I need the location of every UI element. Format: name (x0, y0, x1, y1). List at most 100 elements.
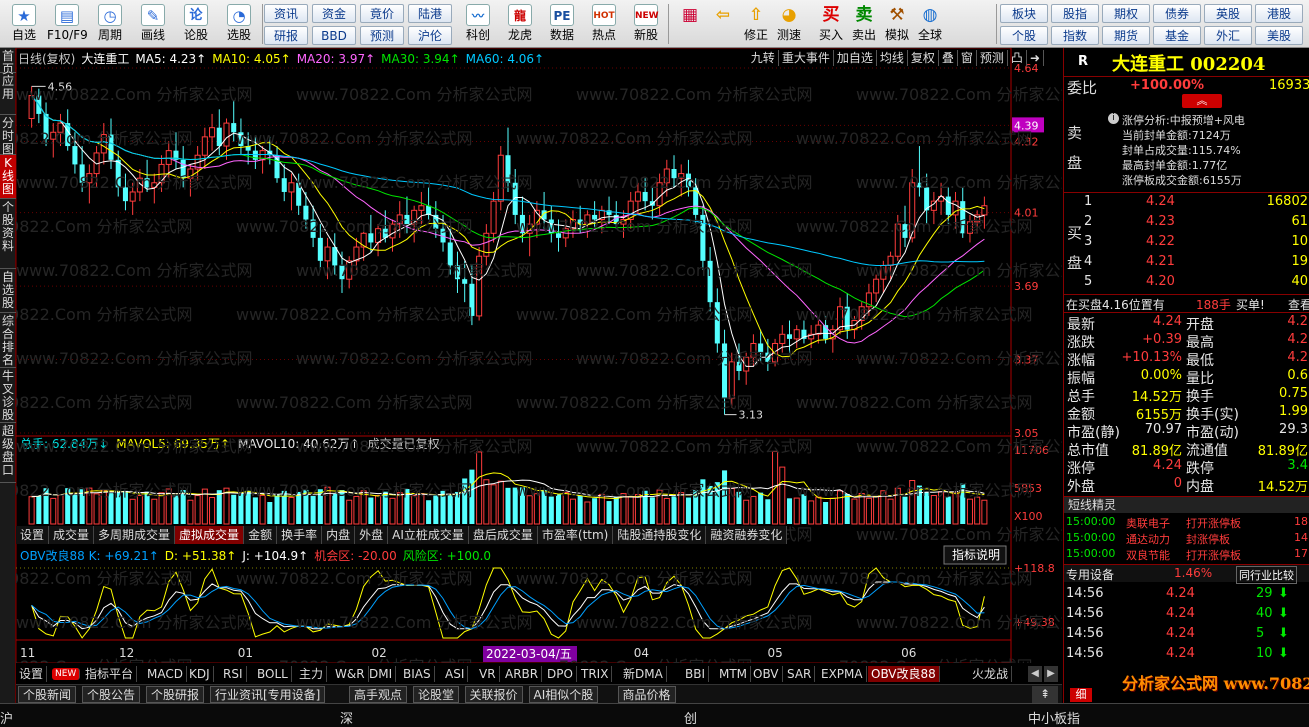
chart-canvas[interactable]: 4.644.394.324.013.693.373.054.563.13总手: … (16, 48, 1062, 663)
short-signal-row[interactable]: 15:00:00 双良节能 打开涨停板 17 (1064, 547, 1309, 563)
indicator-tab[interactable]: RSI (220, 666, 247, 682)
industry-compare-button[interactable]: 同行业比较 (1236, 566, 1297, 584)
toolbar-dragon-button[interactable]: 龍龙虎 (500, 2, 540, 46)
chart-menu-arrow-icon[interactable]: ➜ (1027, 50, 1044, 66)
toolbar-market-button[interactable]: 债券 (1153, 4, 1201, 23)
indicator-tab[interactable]: BBI (682, 666, 710, 682)
toolbar-up-arrow-button[interactable]: ⇧ 修正 (740, 2, 772, 46)
chart-tool-button[interactable]: 叠 (939, 50, 958, 66)
toolbar-chart-button[interactable]: 〰科创 (458, 2, 498, 46)
toolbar-star-button[interactable]: ★ 自选 (4, 2, 44, 46)
indicator-tab[interactable]: MTM (716, 666, 752, 682)
status-index-label[interactable]: 中小板指 (1028, 708, 1080, 727)
volume-subtab[interactable]: 换手率 (277, 526, 323, 544)
chart-tool-button[interactable]: 预测 (977, 50, 1008, 66)
indicator-tab[interactable]: KDJ (186, 666, 214, 682)
volume-subtab[interactable]: 多周期成交量 (94, 526, 176, 544)
leftnav-item[interactable]: 个股资料 (0, 199, 16, 269)
toolbar-hot-button[interactable]: HOT 热点 (584, 2, 624, 46)
indicator-tab[interactable]: SAR (784, 666, 816, 682)
detail-tab[interactable]: 细 (1070, 688, 1092, 702)
status-index-label[interactable]: 沪 (0, 708, 13, 727)
scroll-left-icon[interactable]: ◀ (1028, 666, 1042, 682)
news-tab[interactable]: AI相似个股 (528, 686, 599, 703)
indicator-tab[interactable]: VR (476, 666, 500, 682)
indicator-tab[interactable]: 主力 (296, 666, 328, 682)
toolbar-pencil-button[interactable]: ✎ 画线 (133, 2, 173, 46)
volume-subtab[interactable]: 金额 (244, 526, 278, 544)
toolbar-small-button[interactable]: 资讯 (264, 4, 308, 23)
toolbar-lun-button[interactable]: 论论股 (176, 2, 216, 46)
indicator-tab[interactable]: OBV (750, 666, 783, 682)
toolbar-market-button[interactable]: 期货 (1102, 26, 1150, 45)
toolbar-small-button[interactable]: 资金 (312, 4, 356, 23)
news-tab[interactable]: 论股堂 (413, 686, 460, 703)
volume-subtab[interactable]: 盘后成交量 (468, 526, 538, 544)
toolbar-globe-button[interactable]: ◍ 全球 (914, 2, 946, 46)
indicator-tab[interactable]: MACD (144, 666, 187, 682)
chart-tool-button[interactable]: 九转 (748, 50, 779, 66)
indicator-tab[interactable]: DPO (544, 666, 577, 682)
scroll-right-icon[interactable]: ▶ (1044, 666, 1058, 682)
toolbar-small-button[interactable]: 陆港 (408, 4, 452, 23)
news-tab[interactable]: 高手观点 (349, 686, 408, 703)
chart-tool-button[interactable]: 重大事件 (779, 50, 834, 66)
indicator-tab[interactable]: 指标平台 (82, 666, 138, 682)
leftnav-item[interactable]: K线图 (0, 155, 16, 199)
toolbar-new-button[interactable]: NEW 新股 (626, 2, 666, 46)
toolbar-small-button[interactable]: 竟价 (360, 4, 404, 23)
indicator-tab[interactable]: 火龙战 (969, 666, 1013, 682)
news-tab[interactable]: 关联报价 (464, 686, 523, 703)
indicator-tab[interactable]: TRIX (578, 666, 613, 682)
indicator-tab[interactable]: ARBR (502, 666, 543, 682)
indicator-tab[interactable]: EXPMA (818, 666, 867, 682)
leftnav-item[interactable]: 牛叉诊股 (0, 368, 16, 423)
chart-tool-button[interactable]: 均线 (877, 50, 908, 66)
news-tab[interactable]: 个股公告 (82, 686, 141, 703)
volume-subtab[interactable]: 成交量 (49, 526, 95, 544)
toolbar-market-button[interactable]: 英股 (1204, 4, 1252, 23)
position-alert-row[interactable]: 在买盘4.16位置有 188手买单! 查看详 (1064, 294, 1309, 312)
toolbar-speedometer-button[interactable]: ◕ 测速 (773, 2, 805, 46)
chart-tool-button[interactable]: 窗 (958, 50, 977, 66)
news-tab[interactable]: 行业资讯[专用设备] (210, 686, 326, 703)
toolbar-small-button[interactable]: 沪伦 (408, 26, 452, 45)
volume-subtab[interactable]: 内盘 (322, 526, 356, 544)
short-signal-row[interactable]: 15:00:00 奥联电子 打开涨停板 18 (1064, 515, 1309, 531)
volume-subtab[interactable]: 市盈率(ttm) (537, 526, 614, 544)
toolbar-small-button[interactable]: BBD (312, 26, 356, 45)
indicator-help-button[interactable]: 指标说明 (943, 545, 1007, 565)
toolbar-market-button[interactable]: 板块 (1000, 4, 1048, 23)
toolbar-hammer-button[interactable]: ⚒ 模拟 (881, 2, 913, 46)
toolbar-monitor-button[interactable]: ▤ F10/F9 (47, 2, 88, 46)
toolbar-pe-button[interactable]: PE 数据 (542, 2, 582, 46)
leftnav-item[interactable]: 分时图 (0, 115, 16, 156)
indicator-tab[interactable]: OBV改良88 (868, 666, 940, 682)
toolbar-market-button[interactable]: 指数 (1051, 26, 1099, 45)
leftnav-item[interactable]: 超级盘口 (0, 423, 16, 483)
leftnav-item[interactable]: 自选股 (0, 269, 16, 313)
toolbar-sell-button[interactable]: 卖卖出 (848, 2, 880, 46)
position-alert-link[interactable]: 查看详 (1288, 296, 1309, 313)
indicator-tab[interactable]: DMI (366, 666, 397, 682)
short-signal-row[interactable]: 15:00:00 通达动力 封涨停板 14 (1064, 531, 1309, 547)
toolbar-market-button[interactable]: 港股 (1255, 4, 1303, 23)
volume-subtab[interactable]: 陆股通持股变化 (613, 526, 707, 544)
news-tab[interactable]: 个股新闻 (18, 686, 77, 703)
news-tab[interactable]: 商品价格 (617, 686, 676, 703)
expand-up-icon[interactable]: ⇞ (1032, 686, 1058, 703)
volume-subtab[interactable]: AI立桩成交量 (388, 526, 469, 544)
status-index-label[interactable]: 创 (684, 708, 697, 727)
volume-subtab[interactable]: 虚拟成交量 (175, 526, 245, 544)
leftnav-item[interactable]: 综合排名 (0, 313, 16, 368)
toolbar-buy-button[interactable]: 买买入 (815, 2, 847, 46)
leftnav-item[interactable]: 首页 (0, 48, 16, 76)
toolbar-small-button[interactable]: 预测 (360, 26, 404, 45)
indicator-tab[interactable]: BOLL (254, 666, 292, 682)
leftnav-item[interactable]: 应用 (0, 73, 16, 115)
indicator-tab[interactable]: 设置 (16, 666, 48, 682)
indicator-tab[interactable]: W&R (332, 666, 369, 682)
status-index-label[interactable]: 深 (340, 708, 353, 727)
toolbar-grid-button[interactable]: ▦ (674, 2, 706, 46)
chart-tool-button[interactable]: 加自选 (834, 50, 877, 66)
